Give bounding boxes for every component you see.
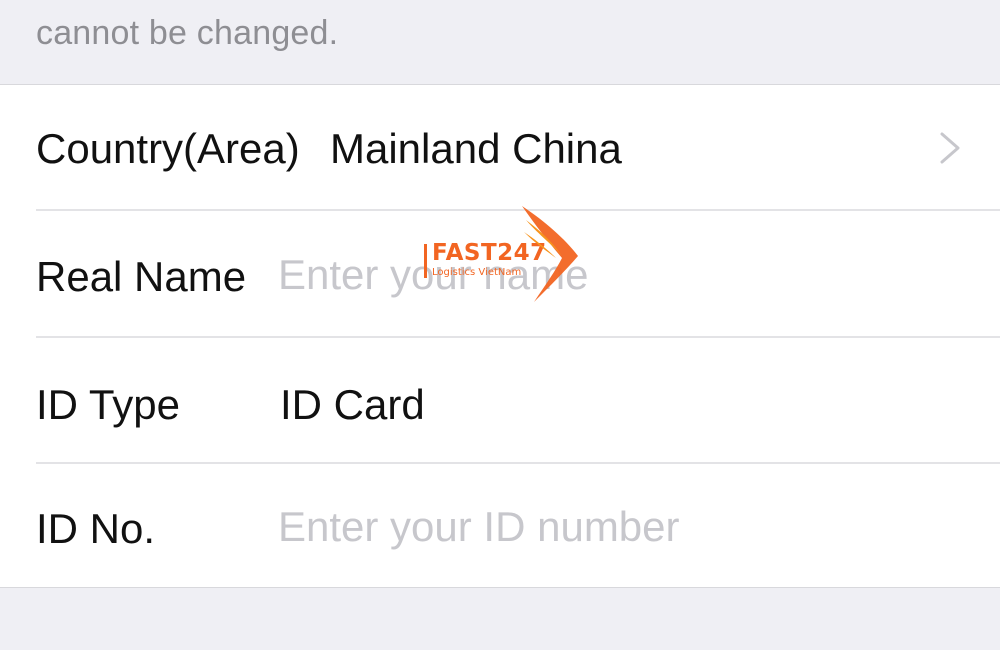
identity-form: Country(Area) Mainland China Real Name I… <box>0 84 1000 588</box>
real-name-input[interactable] <box>278 245 958 305</box>
id-type-value: ID Card <box>280 381 425 428</box>
country-area-label: Country(Area) <box>36 125 300 172</box>
chevron-right-icon <box>940 132 960 164</box>
id-number-label: ID No. <box>36 505 156 552</box>
note-text: cannot be changed. <box>36 14 339 52</box>
real-name-row: Real Name <box>0 211 1000 337</box>
country-area-row[interactable]: Country(Area) Mainland China <box>0 85 1000 211</box>
id-number-input[interactable] <box>278 497 958 557</box>
real-name-label: Real Name <box>36 253 247 300</box>
id-type-label: ID Type <box>36 381 180 428</box>
section-footer-note: cannot be changed. <box>0 0 1000 84</box>
id-number-row: ID No. <box>0 463 1000 589</box>
id-type-row[interactable]: ID Type ID Card <box>0 337 1000 463</box>
country-area-value: Mainland China <box>330 125 622 172</box>
